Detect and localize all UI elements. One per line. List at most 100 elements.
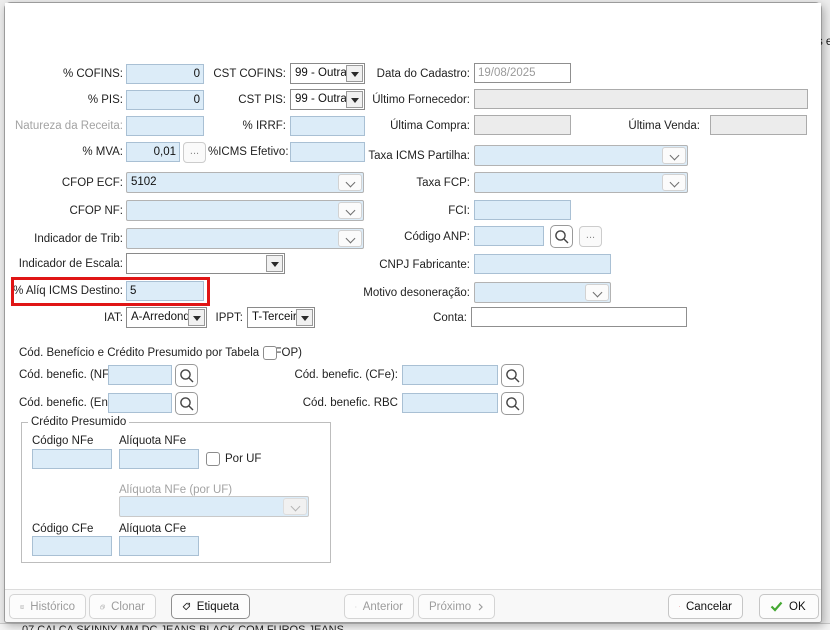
icms-efetivo-label: %ICMS Efetivo: (208, 142, 286, 162)
ultima-compra-input (474, 115, 571, 135)
mva-more-button[interactable]: ... (183, 142, 206, 163)
chevron-down-icon[interactable] (662, 147, 686, 164)
cancel-x-icon (679, 601, 680, 612)
chevron-down-icon[interactable] (585, 284, 609, 301)
aliquota-nfe-input[interactable] (119, 449, 199, 469)
codigo-anp-search-icon[interactable] (550, 225, 573, 248)
taxa-fcp-combo[interactable] (474, 172, 688, 193)
historico-button[interactable]: Histórico (9, 594, 86, 619)
dropdown-arrow-icon[interactable] (266, 255, 283, 272)
iat-label: IAT: (83, 308, 123, 328)
cod-benefic-rbc-search-icon[interactable] (501, 392, 524, 415)
taxa-icms-partilha-combo[interactable] (474, 145, 688, 166)
background-row-text: 07 CALCA SKINNY MM DC JEANS BLACK COM FU… (0, 624, 830, 630)
por-uf-label: Por UF (225, 449, 275, 469)
indicador-trib-label: Indicador de Trib: (7, 229, 123, 249)
por-uf-checkbox[interactable] (206, 452, 220, 466)
ultima-venda-input (710, 115, 807, 135)
proximo-button[interactable]: Próximo (418, 594, 495, 619)
dropdown-arrow-icon[interactable] (188, 309, 205, 326)
codigo-nfe-label: Código NFe (32, 431, 116, 451)
aliquota-nfe-label: Alíquota NFe (119, 431, 209, 451)
ultima-compra-label: Última Compra: (301, 116, 470, 136)
etiqueta-icon (182, 599, 191, 614)
data-cadastro-label: Data do Cadastro: (301, 64, 470, 84)
fci-input[interactable] (474, 200, 571, 220)
cod-benefic-entr-input[interactable] (108, 393, 172, 413)
irrf-label: % IRRF: (210, 116, 286, 136)
chevron-left-icon (355, 601, 357, 613)
motivo-desoneracao-label: Motivo desoneração: (301, 283, 470, 303)
dropdown-arrow-icon[interactable] (296, 309, 313, 326)
codigo-nfe-input[interactable] (32, 449, 112, 469)
credito-presumido-title: Crédito Presumido (28, 415, 129, 429)
mva-label: % MVA: (7, 142, 123, 162)
codigo-anp-label: Código ANP: (301, 227, 470, 247)
cnpj-fabricante-label: CNPJ Fabricante: (301, 255, 470, 275)
taxa-fcp-label: Taxa FCP: (301, 173, 470, 193)
aliq-icms-destino-input[interactable]: 5 (126, 281, 204, 301)
codigo-anp-input[interactable] (474, 226, 544, 246)
pis-label: % PIS: (7, 90, 123, 110)
cod-benefic-entr-label: Cód. benefic. (Entr): (19, 393, 109, 413)
ippt-combo[interactable]: T-Terceiros (247, 307, 315, 328)
data-cadastro-input[interactable]: 19/08/2025 (474, 63, 571, 83)
cod-benefic-nfe-input[interactable] (108, 365, 172, 385)
controle-de-estoque-dialog: « Controle de Estoque ✕ Cadastro Tributo… (4, 2, 822, 623)
natureza-receita-label: Natureza da Receita: (7, 116, 123, 136)
indicador-escala-label: Indicador de Escala: (7, 254, 123, 274)
ultima-venda-label: Última Venda: (565, 116, 700, 136)
indicador-escala-combo[interactable] (126, 253, 285, 274)
credito-presumido-group: Crédito Presumido Código NFe Alíquota NF… (21, 422, 331, 563)
aliquota-nfe-uf-combo (119, 496, 309, 517)
pis-input[interactable]: 0 (126, 90, 204, 110)
form-area: % COFINS: 0 CST COFINS: 99 - Outras Data… (5, 3, 821, 589)
cst-pis-label: CST PIS: (210, 90, 286, 110)
motivo-desoneracao-combo[interactable] (474, 282, 611, 303)
conta-input[interactable] (471, 307, 687, 327)
ok-button[interactable]: OK (759, 594, 819, 619)
beneficio-checkbox[interactable] (263, 346, 277, 360)
cofins-input[interactable]: 0 (126, 64, 204, 84)
aliq-icms-destino-label: % Alíq ICMS Destino: (7, 281, 123, 301)
codigo-cfe-input[interactable] (32, 536, 112, 556)
clonar-button[interactable]: Clonar (89, 594, 156, 619)
cofins-label: % COFINS: (7, 64, 123, 84)
aliquota-cfe-input[interactable] (119, 536, 199, 556)
ultimo-fornecedor-label: Último Fornecedor: (301, 90, 470, 110)
natureza-receita-input[interactable] (126, 116, 204, 136)
etiqueta-button[interactable]: Etiqueta (171, 594, 250, 619)
cod-benefic-cfe-label: Cód. benefic. (CFe): (245, 365, 398, 385)
fci-label: FCI: (301, 201, 470, 221)
cod-benefic-nfe-label: Cód. benefic. (NFe): (19, 365, 109, 385)
beneficio-checkbox-label: Cód. Benefício e Crédito Presumido por T… (19, 343, 259, 363)
cst-cofins-label: CST COFINS: (210, 64, 286, 84)
cod-benefic-rbc-input[interactable] (402, 393, 498, 413)
chevron-right-icon (477, 601, 484, 613)
chevron-down-icon[interactable] (662, 174, 686, 191)
ippt-label: IPPT: (209, 308, 243, 328)
clonar-icon (100, 600, 105, 614)
historico-icon (20, 600, 24, 614)
cod-benefic-cfe-input[interactable] (402, 365, 498, 385)
anterior-button[interactable]: Anterior (344, 594, 414, 619)
cfop-ecf-label: CFOP ECF: (7, 173, 123, 193)
cod-benefic-entr-search-icon[interactable] (175, 392, 198, 415)
codigo-anp-more-button[interactable]: ... (579, 226, 602, 247)
cod-benefic-nfe-search-icon[interactable] (175, 364, 198, 387)
screen: 07 CALCA SKINNY MM DC JEANS BLACK COM FU… (0, 0, 830, 630)
ultimo-fornecedor-input (474, 89, 808, 109)
taxa-icms-partilha-label: Taxa ICMS Partilha: (301, 146, 470, 166)
cod-benefic-rbc-label: Cód. benefic. RBC (245, 393, 398, 413)
mva-input[interactable]: 0,01 (126, 142, 180, 162)
chevron-down-icon (283, 498, 307, 515)
background-window-row: 07 CALCA SKINNY MM DC JEANS BLACK COM FU… (0, 623, 830, 630)
cfop-nf-label: CFOP NF: (7, 201, 123, 221)
conta-label: Conta: (335, 308, 467, 328)
iat-combo[interactable]: A-Arredond (126, 307, 207, 328)
cancelar-button[interactable]: Cancelar (668, 594, 743, 619)
footer-bar: Histórico Clonar Etiqueta Anterior Próxi… (5, 589, 821, 622)
cnpj-fabricante-input[interactable] (474, 254, 611, 274)
cod-benefic-cfe-search-icon[interactable] (501, 364, 524, 387)
check-icon (770, 601, 783, 612)
